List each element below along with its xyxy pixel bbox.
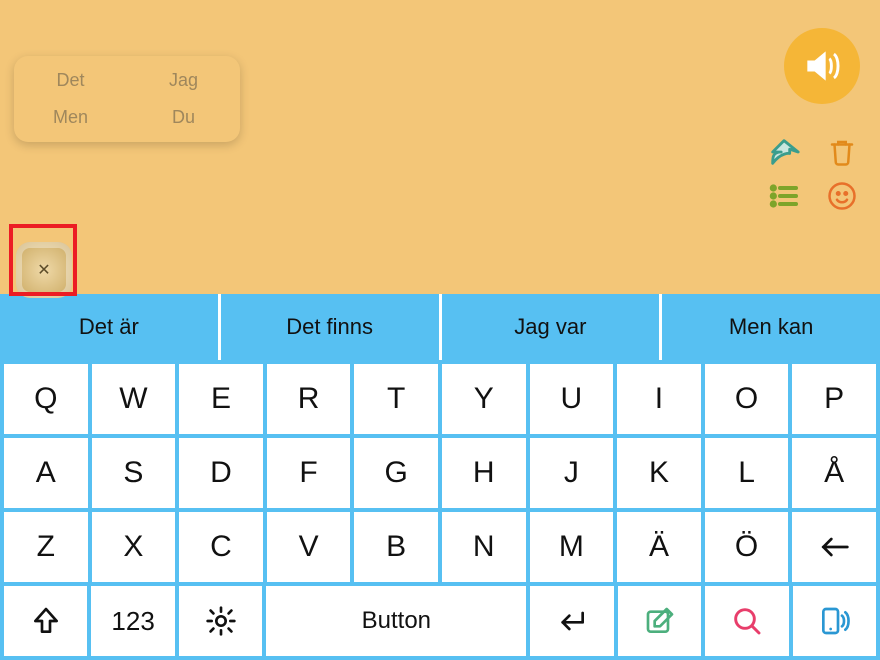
key-c[interactable]: C bbox=[179, 512, 263, 582]
numbers-key[interactable]: 123 bbox=[91, 586, 174, 656]
keyboard-row-3: Z X C V B N M Ä Ö bbox=[4, 512, 876, 582]
keyboard-row-4: 123 Button bbox=[4, 586, 876, 656]
key-a[interactable]: A bbox=[4, 438, 88, 508]
key-t[interactable]: T bbox=[354, 364, 438, 434]
device-speak-key[interactable] bbox=[793, 586, 876, 656]
key-k[interactable]: K bbox=[617, 438, 701, 508]
key-g[interactable]: G bbox=[354, 438, 438, 508]
phrase-suggestion[interactable]: Men kan bbox=[662, 294, 880, 360]
suggestion-word[interactable]: Du bbox=[127, 107, 240, 128]
return-icon bbox=[556, 605, 588, 637]
key-v[interactable]: V bbox=[267, 512, 351, 582]
key-e[interactable]: E bbox=[179, 364, 263, 434]
keyboard-row-1: Q W E R T Y U I O P bbox=[4, 364, 876, 434]
key-y[interactable]: Y bbox=[442, 364, 526, 434]
key-m[interactable]: M bbox=[530, 512, 614, 582]
shift-icon bbox=[30, 605, 62, 637]
compose-key[interactable] bbox=[618, 586, 701, 656]
phrase-suggestion[interactable]: Det finns bbox=[221, 294, 442, 360]
key-f[interactable]: F bbox=[267, 438, 351, 508]
share-icon bbox=[767, 135, 801, 169]
keyboard: Q W E R T Y U I O P A S D F G H J K L Å … bbox=[0, 360, 880, 660]
phrase-suggestion[interactable]: Det är bbox=[0, 294, 221, 360]
suggestion-word[interactable]: Jag bbox=[127, 70, 240, 91]
return-key[interactable] bbox=[530, 586, 613, 656]
speak-button[interactable] bbox=[784, 28, 860, 104]
key-b[interactable]: B bbox=[354, 512, 438, 582]
gear-icon bbox=[205, 605, 237, 637]
search-icon bbox=[731, 605, 763, 637]
key-p[interactable]: P bbox=[792, 364, 876, 434]
keyboard-row-2: A S D F G H J K L Å bbox=[4, 438, 876, 508]
key-ä[interactable]: Ä bbox=[617, 512, 701, 582]
key-w[interactable]: W bbox=[92, 364, 176, 434]
key-i[interactable]: I bbox=[617, 364, 701, 434]
emoji-button[interactable] bbox=[822, 176, 862, 216]
key-n[interactable]: N bbox=[442, 512, 526, 582]
backspace-icon bbox=[818, 531, 850, 563]
shift-key[interactable] bbox=[4, 586, 87, 656]
toolbar bbox=[758, 130, 868, 218]
share-button[interactable] bbox=[764, 132, 804, 172]
key-z[interactable]: Z bbox=[4, 512, 88, 582]
backspace-key[interactable] bbox=[792, 512, 876, 582]
key-h[interactable]: H bbox=[442, 438, 526, 508]
compose-icon bbox=[644, 605, 676, 637]
key-s[interactable]: S bbox=[92, 438, 176, 508]
phone-sound-icon bbox=[818, 605, 850, 637]
key-o[interactable]: O bbox=[705, 364, 789, 434]
key-å[interactable]: Å bbox=[792, 438, 876, 508]
key-x[interactable]: X bbox=[92, 512, 176, 582]
smiley-icon bbox=[827, 181, 857, 211]
close-icon: ✕ bbox=[37, 260, 50, 280]
list-icon bbox=[768, 180, 800, 212]
space-key[interactable]: Button bbox=[266, 586, 526, 656]
phrase-prediction-bar: Det är Det finns Jag var Men kan bbox=[0, 294, 880, 360]
phrase-suggestion[interactable]: Jag var bbox=[442, 294, 663, 360]
key-d[interactable]: D bbox=[179, 438, 263, 508]
trash-icon bbox=[827, 137, 857, 167]
search-key[interactable] bbox=[705, 586, 788, 656]
delete-button[interactable] bbox=[822, 132, 862, 172]
key-ö[interactable]: Ö bbox=[705, 512, 789, 582]
key-q[interactable]: Q bbox=[4, 364, 88, 434]
list-button[interactable] bbox=[764, 176, 804, 216]
composition-panel: Det Jag Men Du bbox=[0, 0, 880, 294]
key-u[interactable]: U bbox=[530, 364, 614, 434]
key-r[interactable]: R bbox=[267, 364, 351, 434]
suggestion-word[interactable]: Men bbox=[14, 107, 127, 128]
key-l[interactable]: L bbox=[705, 438, 789, 508]
key-j[interactable]: J bbox=[530, 438, 614, 508]
close-thumbnail-button[interactable]: ✕ bbox=[16, 242, 72, 298]
word-suggestions-card: Det Jag Men Du bbox=[14, 56, 240, 142]
settings-key[interactable] bbox=[179, 586, 262, 656]
suggestion-word[interactable]: Det bbox=[14, 70, 127, 91]
speaker-icon bbox=[800, 44, 844, 88]
